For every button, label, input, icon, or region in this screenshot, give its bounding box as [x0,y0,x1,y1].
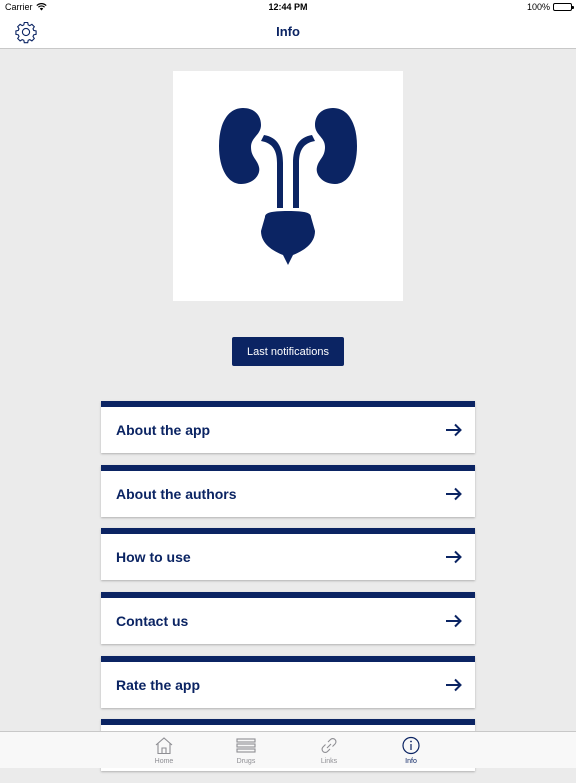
tab-label: Drugs [236,758,256,765]
link-icon [321,738,337,753]
list-icon [236,738,256,753]
arrow-right-icon [446,551,462,564]
battery-percent: 100% [526,2,550,12]
tab-label: Home [154,758,174,765]
menu-item-label: About the authors [116,485,237,502]
status-bar: Carrier 12:44 PM 100% [0,0,576,16]
last-notifications-button[interactable]: Last notifications [232,337,344,366]
arrow-right-icon [446,614,462,628]
menu-item-how-to-use[interactable]: How to use [101,528,475,581]
tab-info[interactable]: Info [381,736,441,765]
home-icon [155,737,173,755]
battery-indicator: 100% [526,2,574,12]
arrow-right-icon [446,423,462,437]
menu-item-label: How to use [116,549,191,566]
menu-item-label: About the app [116,422,211,438]
menu-item-about-app[interactable]: About the app [101,401,475,453]
tab-links[interactable]: Links [299,736,359,765]
menu-item-label: Rate the app [116,676,201,693]
info-menu: About the app About the authors How to u… [101,401,475,783]
tab-label: Links [320,758,338,765]
arrow-right-icon [446,487,462,500]
page-title: Info [276,24,300,39]
battery-icon [553,3,574,11]
status-time: 12:44 PM [268,2,308,12]
menu-item-label: Contact us [116,613,189,630]
menu-item-about-authors[interactable]: About the authors [101,464,475,517]
tab-drugs[interactable]: Drugs [216,736,276,765]
arrow-right-icon [446,678,462,691]
tab-home[interactable]: Home [134,736,194,765]
tab-bar: Home Drugs Links Info [0,731,576,768]
app-logo [173,71,403,301]
menu-item-contact-us[interactable]: Contact us [101,592,475,645]
info-icon [402,736,420,755]
menu-item-rate-app[interactable]: Rate the app [101,655,475,708]
navigation-bar: Info [0,16,576,49]
tab-label: Info [405,758,417,765]
kidney-urinary-tract-icon [219,108,357,265]
